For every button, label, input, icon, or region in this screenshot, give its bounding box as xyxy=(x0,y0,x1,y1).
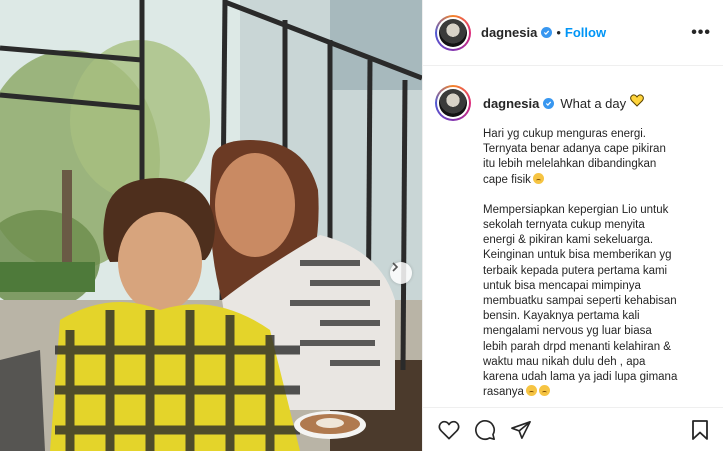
caption-area: dagnesia What a day Hari yg cukup mengur… xyxy=(423,67,723,407)
post-header: dagnesia • Follow ••• xyxy=(423,0,723,66)
caption-paragraph-1: Hari yg cukup menguras energi. Ternyata … xyxy=(483,127,710,188)
save-button[interactable] xyxy=(688,418,712,442)
header-username[interactable]: dagnesia xyxy=(481,25,537,40)
caption-paragraph-1-text: Hari yg cukup menguras energi. Ternyata … xyxy=(483,128,666,186)
follow-button[interactable]: Follow xyxy=(565,25,606,40)
caption-avatar[interactable] xyxy=(435,85,471,121)
separator-dot: • xyxy=(556,25,561,40)
action-bar xyxy=(423,407,723,451)
tired-face-emoji xyxy=(532,172,544,184)
caption-body: Hari yg cukup menguras energi. Ternyata … xyxy=(483,127,710,400)
yellow-heart-emoji xyxy=(630,94,644,112)
share-icon xyxy=(511,420,531,439)
caption-username[interactable]: dagnesia xyxy=(483,96,539,111)
caption-header: dagnesia What a day xyxy=(435,85,710,121)
caption-avatar-image xyxy=(439,89,467,117)
avatar-image xyxy=(439,18,467,47)
avatar-frame xyxy=(437,16,469,49)
comment-icon xyxy=(475,419,496,440)
caption-paragraph-2-text: Mempersiapkan kepergian Lio untuk sekola… xyxy=(483,203,678,399)
more-options-button[interactable]: ••• xyxy=(691,24,711,42)
next-photo-button[interactable] xyxy=(390,262,412,284)
caption-avatar-frame xyxy=(437,87,469,119)
photo-scene xyxy=(0,0,422,451)
caption-verified-badge-icon xyxy=(543,97,555,109)
caption-paragraph-2: Mempersiapkan kepergian Lio untuk sekola… xyxy=(483,203,710,401)
comment-button[interactable] xyxy=(473,418,497,442)
worried-face-emoji xyxy=(525,385,537,397)
sweat-smile-emoji xyxy=(538,385,550,397)
post-panel: dagnesia • Follow ••• dagnesia What a da… xyxy=(422,0,723,451)
share-button[interactable] xyxy=(509,418,533,442)
verified-badge-icon xyxy=(541,27,553,38)
heart-icon xyxy=(438,420,460,439)
chevron-right-icon xyxy=(392,262,399,272)
caption-title: What a day xyxy=(560,95,627,111)
bookmark-icon xyxy=(692,419,708,440)
avatar[interactable] xyxy=(435,14,471,51)
post-photo[interactable] xyxy=(0,0,422,451)
like-button[interactable] xyxy=(437,418,461,442)
